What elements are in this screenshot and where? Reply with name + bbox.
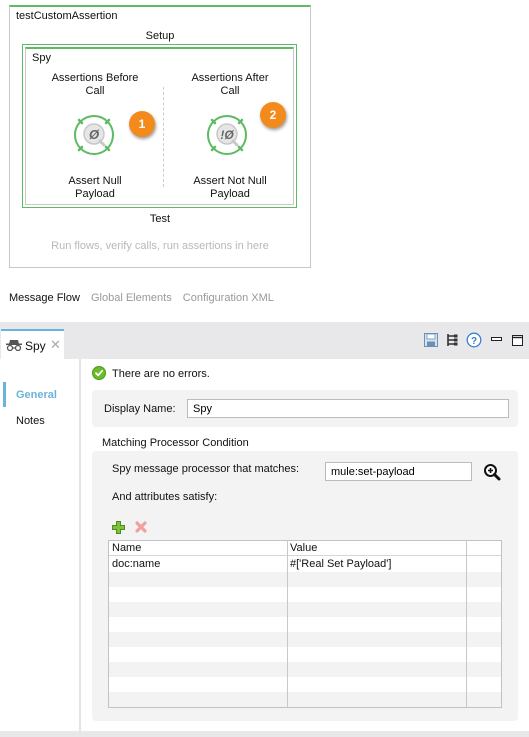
nav-active-indicator: [3, 382, 6, 407]
title-line: Call: [220, 85, 240, 97]
tab-message-flow[interactable]: Message Flow: [9, 292, 80, 304]
add-icon[interactable]: [112, 521, 125, 534]
column-header-name[interactable]: Name: [112, 542, 141, 554]
assert-null-payload-label: Assert Null Payload: [30, 175, 160, 201]
table-row-empty: [109, 647, 501, 662]
spy-glasses-icon: [6, 340, 22, 351]
tree-icon[interactable]: [445, 332, 461, 348]
help-icon[interactable]: ?: [466, 332, 482, 348]
remove-icon[interactable]: [135, 521, 147, 533]
step-badge-1: 1: [129, 111, 155, 137]
nav-item-notes[interactable]: Notes: [16, 415, 45, 427]
save-icon[interactable]: [423, 332, 439, 348]
table-row-empty: [109, 677, 501, 692]
title-line: Assertions After: [191, 72, 269, 84]
column-divider: [163, 87, 164, 187]
nav-item-general[interactable]: General: [16, 389, 57, 401]
display-name-input[interactable]: [187, 399, 509, 418]
maximize-icon[interactable]: [510, 332, 526, 348]
cell-value: #['Real Set Payload']: [290, 558, 392, 570]
title-line: Assertions Before: [51, 72, 139, 84]
nav-divider: [79, 359, 81, 731]
assertions-before-call-title: Assertions Before Call: [30, 72, 160, 98]
status-text: There are no errors.: [112, 368, 210, 380]
flow-title: testCustomAssertion: [16, 10, 118, 22]
attributes-label: And attributes satisfy:: [112, 491, 218, 503]
validation-status: There are no errors.: [92, 366, 210, 380]
flow-container[interactable]: testCustomAssertion Setup Spy Assertions…: [9, 5, 311, 268]
matching-condition-group: Spy message processor that matches: And …: [92, 451, 518, 721]
matcher-input[interactable]: [325, 462, 472, 481]
svg-text:?: ?: [471, 336, 477, 347]
editor-tabs: Message Flow Global Elements Configurati…: [9, 292, 282, 304]
spy-scope[interactable]: Spy Assertions Before Call Assertions Af…: [22, 44, 297, 208]
matching-condition-title: Matching Processor Condition: [102, 437, 249, 449]
null-payload-icon: Ø: [89, 127, 100, 142]
assert-not-null-payload-label: Assert Not Null Payload: [165, 175, 295, 201]
matcher-label: Spy message processor that matches:: [112, 463, 300, 475]
table-row-empty: [109, 572, 501, 587]
display-name-group: Display Name:: [92, 390, 518, 427]
table-row-empty: [109, 602, 501, 617]
assertions-after-call-title: Assertions After Call: [165, 72, 295, 98]
test-drop-hint: Run flows, verify calls, run assertions …: [51, 240, 269, 252]
table-row-empty: [109, 662, 501, 677]
table-row-empty: [109, 587, 501, 602]
not-null-payload-icon: !Ø: [220, 128, 234, 142]
label-line: Assert Not Null: [193, 175, 267, 187]
table-header: Name Value: [109, 541, 501, 556]
label-line: Payload: [75, 188, 115, 200]
tab-configuration-xml[interactable]: Configuration XML: [183, 292, 274, 304]
title-line: Call: [85, 85, 105, 97]
setup-label: Setup: [145, 30, 175, 42]
properties-nav: General Notes: [0, 359, 80, 731]
attributes-table[interactable]: Name Value doc:name #['Real Set Payload'…: [108, 540, 502, 708]
spy-scope-title: Spy: [32, 52, 51, 64]
properties-tab-spy[interactable]: Spy ✕: [1, 329, 64, 359]
step-badge-2: 2: [260, 102, 286, 128]
close-icon[interactable]: ✕: [50, 337, 61, 353]
check-circle-icon: [92, 366, 106, 380]
column-divider: [287, 541, 288, 707]
test-label: Test: [149, 213, 171, 225]
column-header-value[interactable]: Value: [290, 542, 317, 554]
tab-global-elements[interactable]: Global Elements: [91, 292, 172, 304]
table-row-empty: [109, 617, 501, 632]
label-line: Payload: [210, 188, 250, 200]
assert-not-null-payload-processor[interactable]: !Ø: [204, 112, 250, 158]
assert-null-payload-processor[interactable]: Ø: [71, 112, 117, 158]
zoom-in-icon[interactable]: [483, 463, 501, 481]
table-row[interactable]: doc:name #['Real Set Payload']: [109, 557, 501, 572]
minimize-icon[interactable]: [489, 332, 505, 348]
label-line: Assert Null: [68, 175, 122, 187]
display-name-label: Display Name:: [104, 403, 176, 415]
column-divider: [466, 541, 467, 707]
bottom-bar: [0, 731, 529, 737]
cell-name: doc:name: [112, 558, 161, 570]
properties-panel: General Notes There are no errors. Displ…: [0, 359, 529, 731]
table-row-empty: [109, 632, 501, 647]
table-row-empty: [109, 692, 501, 707]
properties-tab-label: Spy: [25, 339, 46, 353]
